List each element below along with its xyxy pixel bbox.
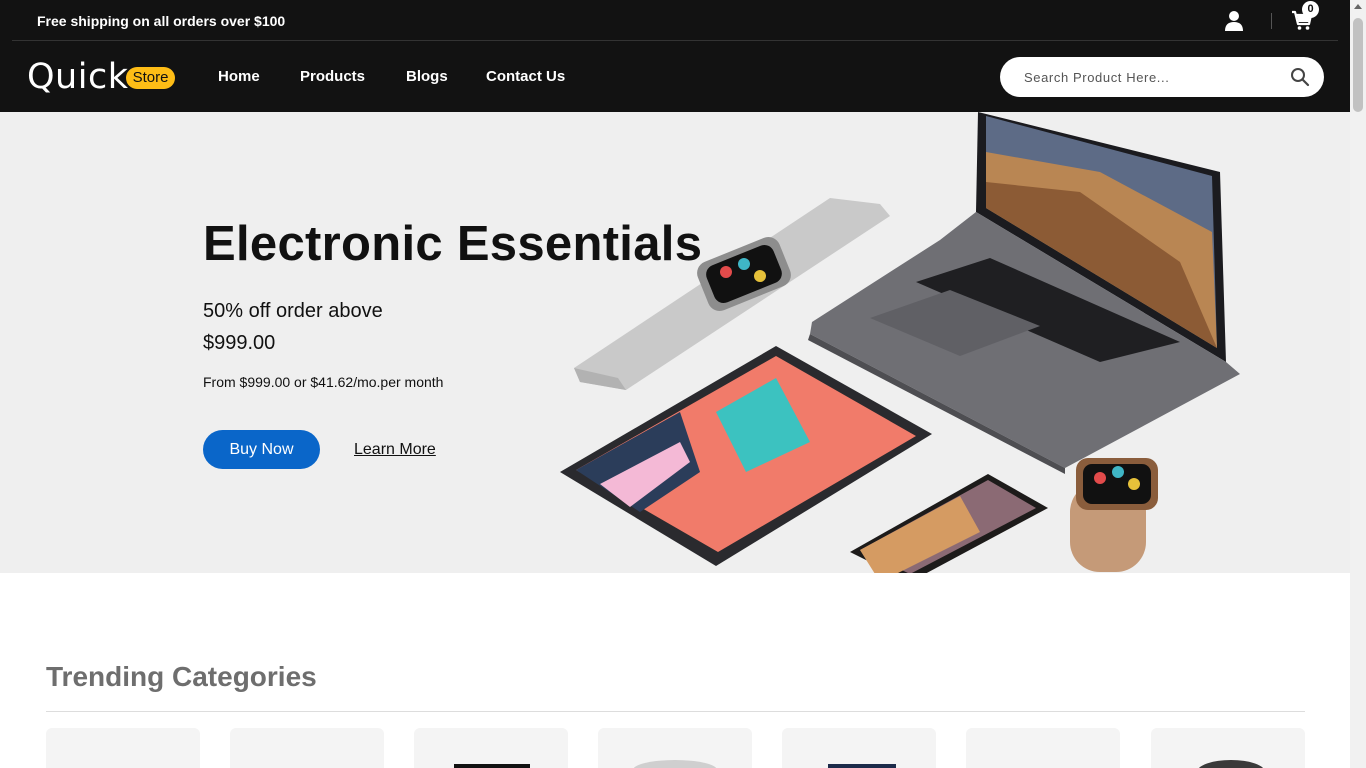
scroll-up-arrow-icon[interactable]	[1354, 4, 1362, 9]
cart-count-badge: 0	[1302, 1, 1319, 18]
category-image	[1198, 760, 1264, 768]
category-card[interactable]	[230, 728, 384, 768]
category-card[interactable]	[414, 728, 568, 768]
category-card[interactable]	[782, 728, 936, 768]
buy-now-button[interactable]: Buy Now	[203, 430, 320, 469]
search-box	[1000, 57, 1324, 97]
category-image	[454, 764, 530, 768]
category-image	[828, 764, 896, 768]
category-image	[633, 760, 717, 768]
trending-categories-heading: Trending Categories	[46, 661, 317, 692]
nav-blogs[interactable]: Blogs	[406, 68, 448, 85]
search-input[interactable]	[1024, 67, 1284, 87]
scrollbar-thumb[interactable]	[1353, 18, 1363, 112]
category-card[interactable]	[598, 728, 752, 768]
logo-badge: Store	[126, 67, 175, 89]
nav-products[interactable]: Products	[300, 68, 365, 85]
logo-text: Quick	[27, 57, 129, 97]
hero-product-image	[560, 112, 1240, 573]
category-card[interactable]	[1151, 728, 1305, 768]
hero-price: $999.00	[203, 332, 276, 354]
hero-title: Electronic Essentials	[203, 217, 703, 271]
learn-more-link[interactable]: Learn More	[354, 441, 436, 459]
shipping-notice: Free shipping on all orders over $100	[37, 13, 286, 29]
hero-financing-text: From $999.00 or $41.62/mo.per month	[203, 374, 444, 390]
search-icon[interactable]	[1290, 67, 1310, 87]
category-card[interactable]	[966, 728, 1120, 768]
user-icon[interactable]	[1224, 10, 1244, 32]
site-header: Free shipping on all orders over $100 0 …	[0, 0, 1350, 112]
hero-banner: Electronic Essentials 50% off order abov…	[0, 112, 1350, 573]
header-separator	[12, 40, 1338, 41]
nav-contact-us[interactable]: Contact Us	[486, 68, 565, 85]
nav-home[interactable]: Home	[218, 68, 260, 85]
header-divider	[1271, 13, 1272, 29]
hero-subtitle: 50% off order above	[203, 300, 383, 322]
category-card[interactable]	[46, 728, 200, 768]
page-scrollbar[interactable]	[1350, 0, 1366, 768]
section-divider	[46, 711, 1305, 712]
